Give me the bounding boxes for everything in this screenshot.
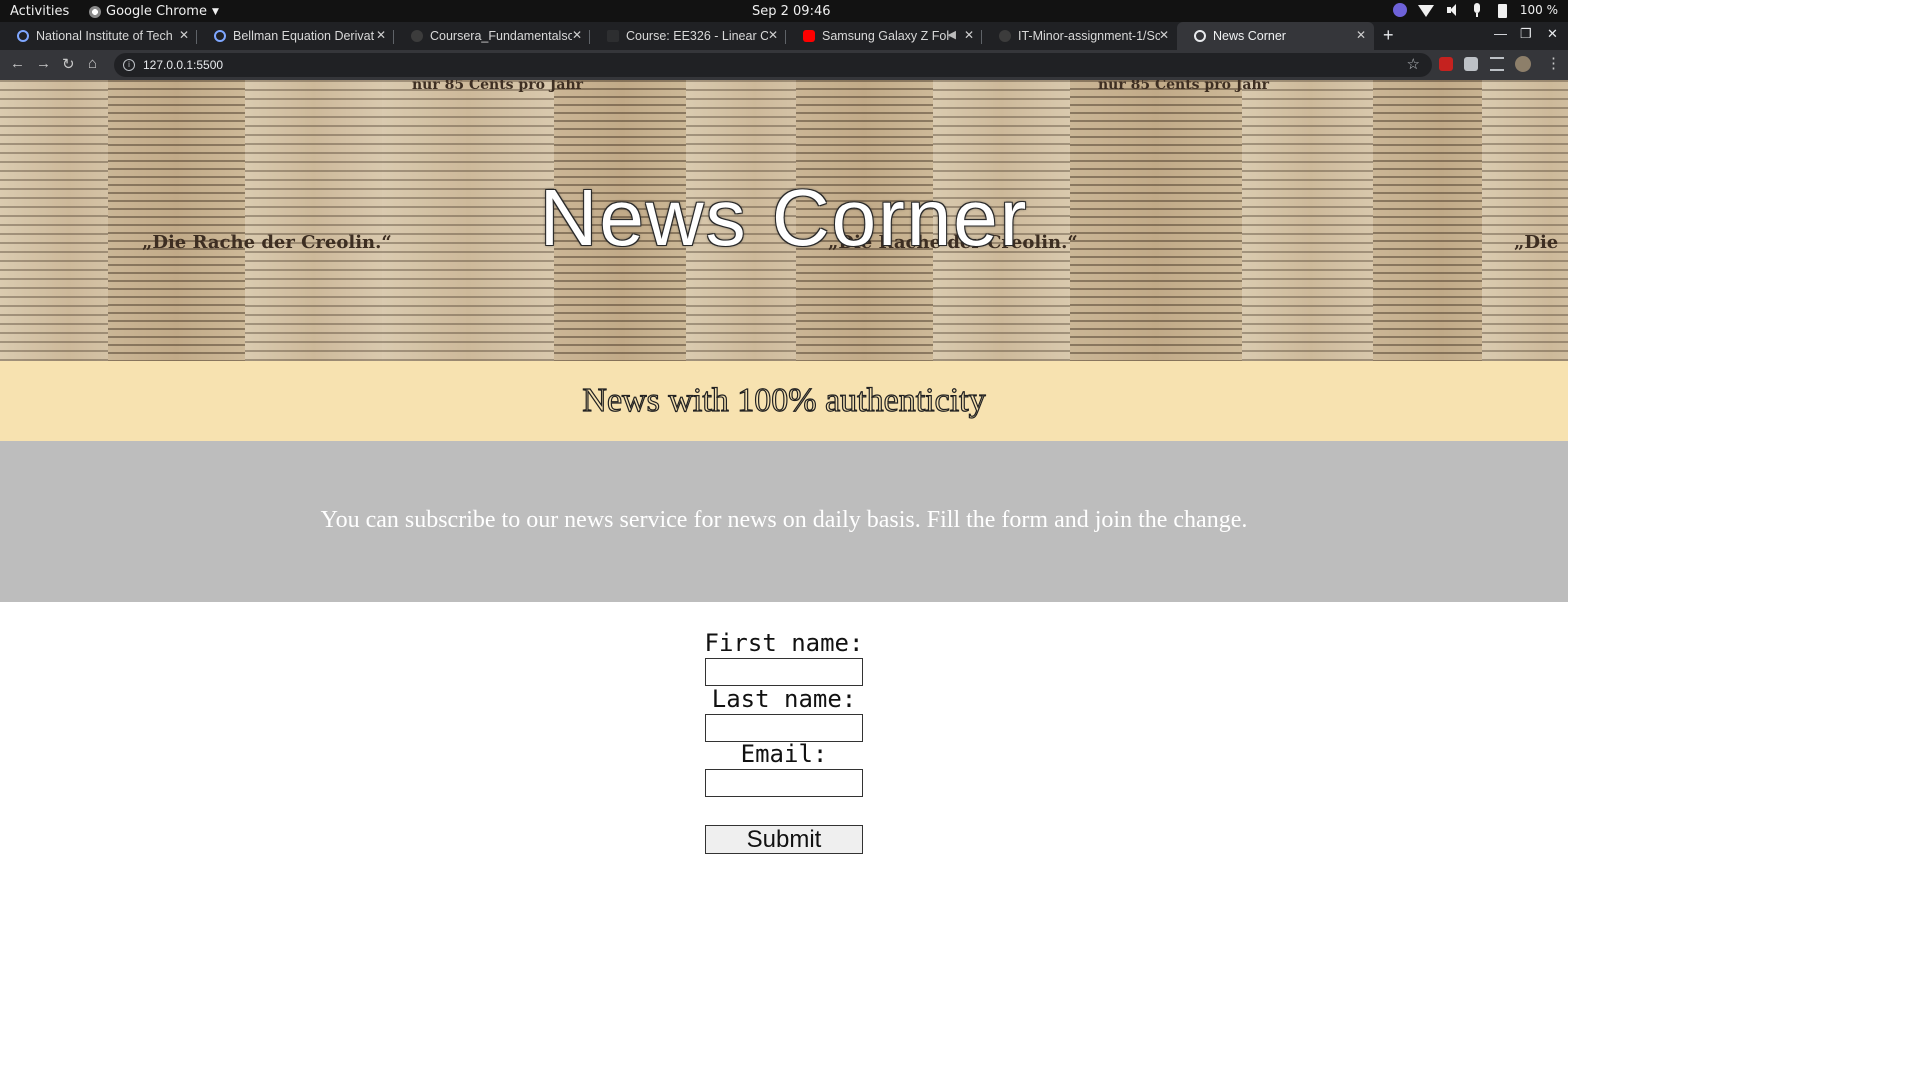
tab-it-minor-assignment[interactable]: IT-Minor-assignment-1/Sc ✕ <box>982 22 1177 50</box>
newspaper-masthead: nur 85 Cents pro Jahr <box>1098 80 1270 93</box>
tab-national-institute[interactable]: National Institute of Tech ✕ <box>0 22 197 50</box>
hero-banner: nur 85 Cents pro Jahr nur 85 Cents pro J… <box>0 80 1568 361</box>
tab-title: Bellman Equation Derivat <box>233 29 375 43</box>
system-top-bar: Activities Google Chrome ▼ Sep 2 09:46 1… <box>0 0 1568 22</box>
app-menu[interactable]: Google Chrome ▼ <box>89 4 219 19</box>
site-info-icon[interactable]: i <box>123 59 135 71</box>
activities-button[interactable]: Activities <box>10 4 69 19</box>
profile-avatar[interactable] <box>1515 56 1531 72</box>
tagline: News with 100% authenticity <box>582 381 986 419</box>
bookmark-star-icon[interactable]: ☆ <box>1407 55 1420 73</box>
battery-icon <box>1495 3 1509 18</box>
submit-button[interactable]: Submit <box>705 825 863 854</box>
subscribe-text: You can subscribe to our news service fo… <box>320 507 1248 533</box>
email-label: Email: <box>740 740 828 768</box>
close-icon[interactable]: ✕ <box>768 28 778 42</box>
reload-icon[interactable]: ↻ <box>62 55 75 73</box>
wifi-icon <box>1417 5 1434 17</box>
tab-course-ee326[interactable]: Course: EE326 - Linear Co ✕ <box>590 22 786 50</box>
close-icon[interactable]: ✕ <box>964 28 974 42</box>
extensions-puzzle-icon[interactable] <box>1464 57 1478 71</box>
app-name: Google Chrome <box>106 4 207 19</box>
tab-title: Coursera_Fundamentalso <box>430 29 572 43</box>
github-icon <box>411 30 423 42</box>
subscribe-info-band: You can subscribe to our news service fo… <box>0 441 1568 602</box>
forward-icon[interactable]: → <box>36 55 51 72</box>
tagline-band: News with 100% authenticity <box>0 361 1568 441</box>
first-name-label: First name: <box>704 629 864 657</box>
new-tab-button[interactable]: + <box>1383 25 1394 46</box>
window-close-icon[interactable]: ✕ <box>1547 26 1558 42</box>
battery-percentage: 100 % <box>1519 3 1558 17</box>
extension-icon[interactable] <box>1439 57 1453 71</box>
back-icon[interactable]: ← <box>10 55 25 72</box>
minimize-icon[interactable]: — <box>1494 26 1507 41</box>
globe-icon <box>1194 30 1206 42</box>
close-icon[interactable]: ✕ <box>1159 28 1169 42</box>
tab-title: National Institute of Tech <box>36 29 173 43</box>
close-icon[interactable]: ✕ <box>376 28 386 42</box>
browser-toolbar: ← → ↻ ⌂ i 127.0.0.1:5500 ☆ ⋮ <box>0 50 1568 80</box>
youtube-icon <box>803 30 815 42</box>
subscribe-form: First name: Last name: Email: Submit <box>0 602 1568 882</box>
url-text[interactable]: 127.0.0.1:5500 <box>143 58 223 72</box>
volume-icon <box>1445 3 1459 17</box>
tab-coursera[interactable]: Coursera_Fundamentalso ✕ <box>394 22 590 50</box>
system-tray[interactable]: 100 % <box>1392 3 1558 18</box>
tab-strip: National Institute of Tech ✕ Bellman Equ… <box>0 22 1568 50</box>
tab-news-corner[interactable]: News Corner ✕ <box>1177 22 1374 50</box>
page-title: News Corner <box>539 173 1029 262</box>
chrome-icon <box>89 5 101 18</box>
tab-title: News Corner <box>1213 29 1286 43</box>
email-field[interactable] <box>705 769 863 797</box>
tab-title: IT-Minor-assignment-1/Sc <box>1018 29 1160 43</box>
reading-list-icon[interactable] <box>1490 57 1504 71</box>
link-icon <box>17 30 29 42</box>
last-name-label: Last name: <box>711 685 857 713</box>
github-icon <box>999 30 1011 42</box>
audio-playing-icon[interactable]: ◀ <box>948 28 956 41</box>
chevron-down-icon: ▼ <box>211 6 219 17</box>
tab-title: Course: EE326 - Linear Co <box>626 29 768 43</box>
restore-icon[interactable]: ❐ <box>1520 26 1532 42</box>
course-icon <box>607 30 619 42</box>
cloud-sync-icon[interactable] <box>1392 3 1407 17</box>
close-icon[interactable]: ✕ <box>1356 28 1366 42</box>
close-icon[interactable]: ✕ <box>572 28 582 42</box>
last-name-field[interactable] <box>705 714 863 742</box>
first-name-field[interactable] <box>705 658 863 686</box>
link-icon <box>214 30 226 42</box>
home-icon[interactable]: ⌂ <box>88 55 97 72</box>
address-bar[interactable]: i 127.0.0.1:5500 ☆ <box>114 53 1432 77</box>
clock[interactable]: Sep 2 09:46 <box>752 4 831 19</box>
close-icon[interactable]: ✕ <box>179 28 189 42</box>
microphone-icon <box>1470 3 1484 17</box>
kebab-menu-icon[interactable]: ⋮ <box>1546 54 1561 72</box>
newspaper-masthead: nur 85 Cents pro Jahr <box>412 80 584 93</box>
tab-samsung-galaxy[interactable]: Samsung Galaxy Z Folc ◀ ✕ <box>786 22 982 50</box>
tab-bellman-equation[interactable]: Bellman Equation Derivat ✕ <box>197 22 394 50</box>
tab-title: Samsung Galaxy Z Folc <box>822 29 950 43</box>
